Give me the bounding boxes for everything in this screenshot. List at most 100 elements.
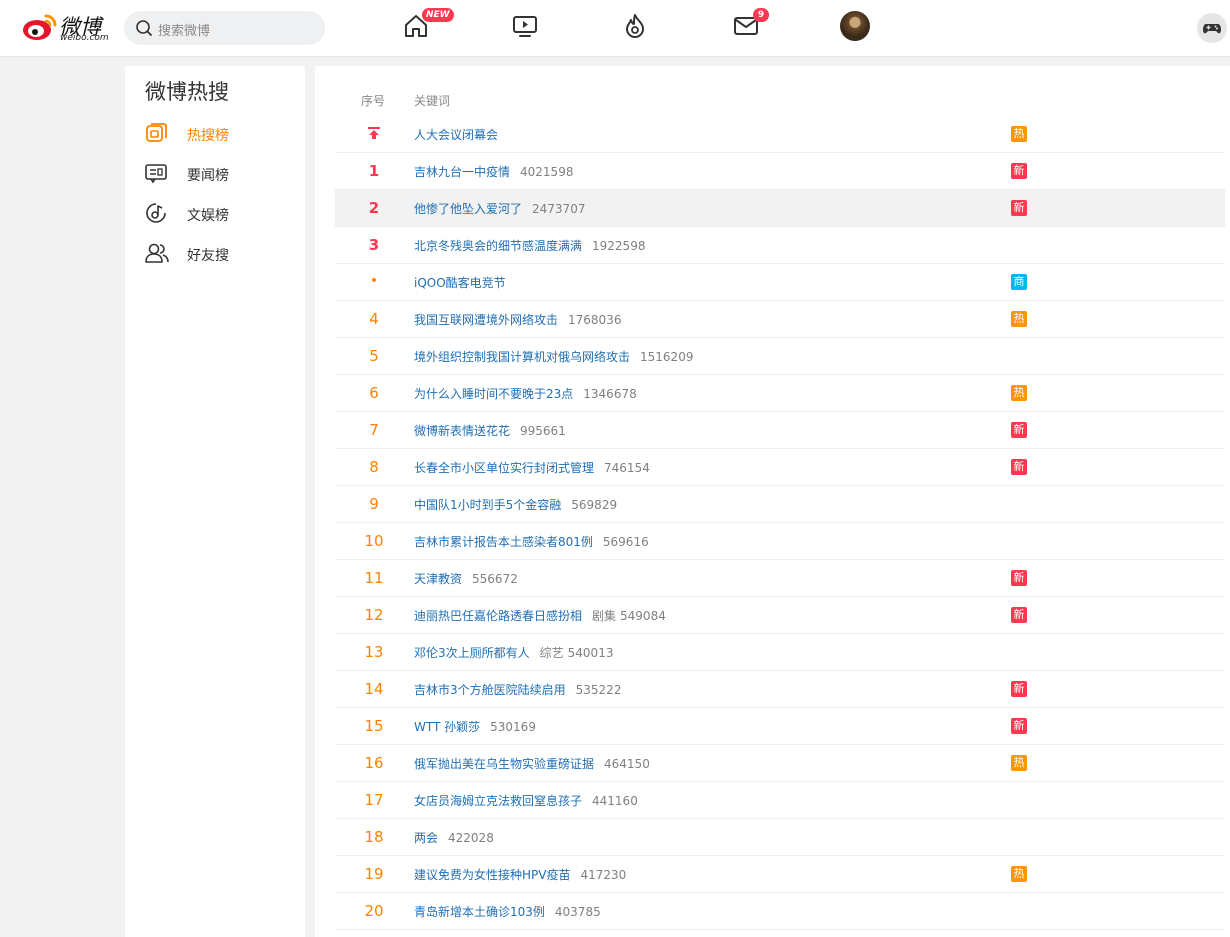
heat-count: 422028 — [448, 831, 494, 845]
table-row[interactable]: 7 微博新表情送花花 995661 新 — [335, 412, 1225, 449]
heat-count: 1516209 — [640, 350, 694, 364]
heat-count: 569616 — [602, 535, 649, 549]
keyword-link[interactable]: 中国队1小时到手5个金容融 — [414, 498, 561, 512]
keyword-link[interactable]: 为什么入睡时间不要晚于23点 — [414, 387, 573, 401]
keyword-link[interactable]: 长春全市小区单位实行封闭式管理 — [414, 461, 594, 475]
weibo-logo[interactable]: 微博 weibo.com — [22, 11, 114, 45]
keyword-link-cell: 他惨了他坠入爱河了 2473707 — [414, 200, 585, 217]
table-row[interactable]: 18 两会 422028 — [335, 819, 1225, 856]
table-row[interactable]: 1 吉林九台一中疫情 4021598 新 — [335, 153, 1225, 190]
keyword-link-cell: 为什么入睡时间不要晚于23点 1346678 — [414, 385, 637, 402]
table-row[interactable]: 16 俄军抛出美在乌生物实验重磅证据 464150 热 — [335, 745, 1225, 782]
heat-count: 1346678 — [583, 387, 637, 401]
keyword-link-cell: 北京冬残奥会的细节感温度满满 1922598 — [414, 237, 645, 254]
table-row[interactable]: 5 境外组织控制我国计算机对俄乌网络攻击 1516209 — [335, 338, 1225, 375]
table-row[interactable]: 9 中国队1小时到手5个金容融 569829 — [335, 486, 1225, 523]
table-row[interactable]: 17 女店员海姆立克法救回窒息孩子 441160 — [335, 782, 1225, 819]
search-placeholder: 搜索微博 — [158, 24, 211, 39]
table-row[interactable]: 14 吉林市3个方舱医院陆续启用 535222 新 — [335, 671, 1225, 708]
hot-tag-badge: 热 — [1011, 866, 1027, 882]
keyword-link-cell: 长春全市小区单位实行封闭式管理 746154 — [414, 459, 650, 476]
hot-list-icon — [146, 123, 167, 142]
keyword-link-cell: 俄军抛出美在乌生物实验重磅证据 464150 — [414, 755, 650, 772]
keyword-link-cell: 邓伦3次上厕所都有人 综艺 540013 — [414, 644, 613, 661]
rank-number: 6 — [369, 384, 379, 402]
weibo-eye-icon — [23, 14, 57, 40]
search-box[interactable]: 搜索微博 — [124, 11, 325, 45]
hot-tag-badge: 热 — [1011, 311, 1027, 327]
hot-tag-badge: 热 — [1011, 126, 1027, 142]
logo-domain: weibo.com — [60, 33, 109, 43]
table-row[interactable]: 3 北京冬残奥会的细节感温度满满 1922598 — [335, 227, 1225, 264]
hot-flame-icon[interactable] — [622, 13, 648, 39]
keyword-link[interactable]: 他惨了他坠入爱河了 — [414, 202, 522, 216]
new-tag-badge: 新 — [1011, 607, 1027, 623]
table-row[interactable]: 2 他惨了他坠入爱河了 2473707 新 — [335, 190, 1225, 227]
table-row[interactable]: 10 吉林市累计报告本土感染者801例 569616 — [335, 523, 1225, 560]
sidebar-item-entertainment-list[interactable]: 文娱榜 — [145, 198, 295, 228]
rank-number: • — [369, 273, 379, 289]
keyword-link[interactable]: 两会 — [414, 831, 438, 845]
video-icon[interactable] — [512, 13, 538, 39]
hot-search-panel: 序号 关键词 人大会议闭幕会热 1 吉林九台一中疫情 4021598 新 2 他惨了他坠入爱… — [315, 66, 1230, 937]
table-row[interactable]: 4 我国互联网遭境外网络攻击 1768036 热 — [335, 301, 1225, 338]
table-row[interactable]: 11 天津教资 556672 新 — [335, 560, 1225, 597]
keyword-link[interactable]: 天津教资 — [414, 572, 462, 586]
hot-tag-badge: 热 — [1011, 755, 1027, 771]
rank-number: 17 — [364, 791, 384, 809]
keyword-link[interactable]: 吉林九台一中疫情 — [414, 165, 510, 179]
keyword-link[interactable]: 邓伦3次上厕所都有人 — [414, 646, 530, 660]
table-row[interactable]: 20 青岛新增本土确诊103例 403785 — [335, 893, 1225, 930]
rank-number: 13 — [364, 643, 384, 661]
heat-count: 2473707 — [532, 202, 586, 216]
gamepad-icon — [1203, 24, 1221, 34]
table-row[interactable]: 8 长春全市小区单位实行封闭式管理 746154 新 — [335, 449, 1225, 486]
keyword-link[interactable]: 女店员海姆立克法救回窒息孩子 — [414, 794, 582, 808]
keyword-link[interactable]: 青岛新增本土确诊103例 — [414, 905, 545, 919]
table-row[interactable]: • iQOO酷客电竞节 商 — [335, 264, 1225, 301]
new-tag-badge: 新 — [1011, 459, 1027, 475]
keyword-link[interactable]: 吉林市3个方舱医院陆续启用 — [414, 683, 566, 697]
sidebar-item-friends-search[interactable]: 好友搜 — [145, 238, 295, 268]
table-row[interactable]: 19 建议免费为女性接种HPV疫苗 417230 热 — [335, 856, 1225, 893]
heat-count: 746154 — [604, 461, 650, 475]
heat-count: 441160 — [592, 794, 638, 808]
keyword-link-cell: 中国队1小时到手5个金容融 569829 — [414, 496, 617, 513]
keyword-link[interactable]: 吉林市累计报告本土感染者801例 — [414, 535, 593, 549]
keyword-link[interactable]: 建议免费为女性接种HPV疫苗 — [414, 868, 570, 882]
rank-number: 12 — [364, 606, 384, 624]
keyword-link[interactable]: 迪丽热巴任嘉伦路透春日感扮相 — [414, 609, 582, 623]
new-tag-badge: 新 — [1011, 681, 1027, 697]
search-icon — [136, 20, 152, 36]
table-row[interactable]: 人大会议闭幕会 热 — [335, 116, 1225, 153]
keyword-link-cell: WTT 孙颖莎 530169 — [414, 718, 536, 735]
keyword-link[interactable]: 我国互联网遭境外网络攻击 — [414, 313, 558, 327]
keyword-link[interactable]: iQOO酷客电竞节 — [414, 276, 506, 290]
keyword-link-cell: 天津教资 556672 — [414, 570, 518, 587]
heat-count: 995661 — [520, 424, 566, 438]
category-label: 剧集 — [592, 609, 617, 623]
game-button[interactable] — [1197, 13, 1227, 43]
sidebar-item-label: 好友搜 — [187, 248, 229, 264]
table-row[interactable]: 12 迪丽热巴任嘉伦路透春日感扮相 剧集 549084 新 — [335, 597, 1225, 634]
sidebar-title: 微博热搜 — [145, 80, 229, 104]
keyword-link[interactable]: 人大会议闭幕会 — [414, 128, 498, 142]
rank-number: 20 — [364, 902, 384, 920]
user-avatar[interactable] — [840, 11, 870, 41]
keyword-link[interactable]: WTT 孙颖莎 — [414, 720, 480, 734]
keyword-link[interactable]: 境外组织控制我国计算机对俄乌网络攻击 — [414, 350, 630, 364]
table-row[interactable]: 6 为什么入睡时间不要晚于23点 1346678 热 — [335, 375, 1225, 412]
heat-count: 549084 — [620, 609, 666, 623]
category-label: 综艺 — [539, 646, 564, 660]
table-row[interactable]: 13 邓伦3次上厕所都有人 综艺 540013 — [335, 634, 1225, 671]
rank-number: 10 — [364, 532, 384, 550]
rank-number: 3 — [368, 236, 380, 254]
rank-number: 19 — [364, 865, 384, 883]
sidebar-item-label: 要闻榜 — [187, 168, 229, 184]
keyword-link[interactable]: 俄军抛出美在乌生物实验重磅证据 — [414, 757, 594, 771]
keyword-link[interactable]: 微博新表情送花花 — [414, 424, 510, 438]
table-row[interactable]: 15 WTT 孙颖莎 530169 新 — [335, 708, 1225, 745]
sidebar-item-hot-list[interactable]: 热搜榜 — [145, 118, 295, 148]
sidebar-item-news-list[interactable]: 要闻榜 — [145, 158, 295, 188]
keyword-link[interactable]: 北京冬残奥会的细节感温度满满 — [414, 239, 582, 253]
